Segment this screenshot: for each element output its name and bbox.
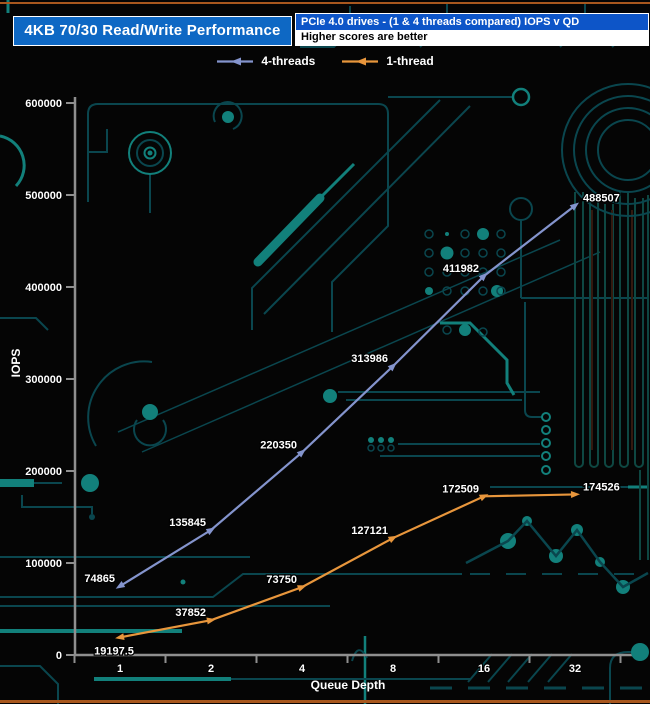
data-point-label: 73750 — [266, 574, 297, 586]
data-point-label: 488507 — [583, 193, 620, 205]
y-tick-label: 400000 — [25, 282, 62, 294]
legend-label-1-thread: 1-thread — [386, 54, 434, 68]
data-point-marker — [297, 585, 307, 592]
x-tick-label: 16 — [478, 663, 490, 675]
series-line-4-threads — [119, 204, 576, 588]
bottom-border-line — [0, 700, 650, 703]
data-point-marker — [478, 494, 489, 502]
y-tick-label: 100000 — [25, 558, 62, 570]
y-tick-label: 300000 — [25, 374, 62, 386]
chart-subtitle-secondary: Higher scores are better — [296, 30, 648, 45]
x-tick-label: 1 — [117, 663, 123, 675]
data-point-label: 174526 — [583, 481, 620, 493]
top-border-line — [0, 2, 650, 4]
data-point-marker — [570, 491, 580, 498]
data-point-label: 220350 — [260, 439, 297, 451]
data-point-label: 74865 — [84, 573, 115, 585]
data-point-label: 172509 — [442, 483, 479, 495]
legend-arrow — [356, 57, 367, 65]
chart-subtitle-box: PCIe 4.0 drives - (1 & 4 threads compare… — [295, 13, 649, 46]
chart-screenshot: 4KB 70/30 Read/Write Performance PCIe 4.… — [0, 0, 650, 704]
data-point-label: 127121 — [351, 525, 388, 537]
data-point-label: 19197.5 — [94, 645, 134, 657]
data-point-label: 411982 — [443, 263, 479, 275]
chart-subtitle-primary: PCIe 4.0 drives - (1 & 4 threads compare… — [296, 14, 648, 30]
circuit-via — [631, 643, 649, 661]
data-point-marker — [115, 581, 126, 589]
data-point-marker — [387, 535, 398, 543]
data-point-label: 135845 — [169, 517, 206, 529]
axis-lines — [73, 97, 648, 657]
y-tick-label: 200000 — [25, 466, 62, 478]
y-tick-label: 600000 — [25, 98, 62, 110]
legend-arrow — [231, 57, 242, 65]
x-tick-label: 32 — [569, 663, 581, 675]
y-tick-label: 500000 — [25, 190, 62, 202]
series-marker-icon — [217, 57, 254, 65]
x-tick-label: 8 — [390, 663, 396, 675]
series-marker-icon — [342, 57, 379, 65]
legend: 4-threads 1-thread — [0, 54, 650, 68]
x-tick-label: 2 — [208, 663, 214, 675]
y-axis-title: IOPS — [9, 348, 23, 378]
data-point-label: 313986 — [351, 353, 388, 365]
data-point-label: 37852 — [175, 607, 206, 619]
legend-item-1-thread: 1-thread — [341, 54, 434, 68]
legend-item-4-threads: 4-threads — [216, 54, 315, 68]
data-point-marker — [115, 633, 125, 640]
legend-label-4-threads: 4-threads — [261, 54, 316, 68]
x-tick-label: 4 — [299, 663, 306, 675]
data-point-marker — [205, 527, 216, 536]
x-axis-title: Queue Depth — [310, 678, 386, 692]
chart-title: 4KB 70/30 Read/Write Performance — [13, 16, 292, 46]
chart-plot-canvas: 0 100000 200000 300000 400000 500000 600000 1 2 4… — [24, 97, 649, 676]
y-tick-label: 0 — [56, 650, 62, 662]
